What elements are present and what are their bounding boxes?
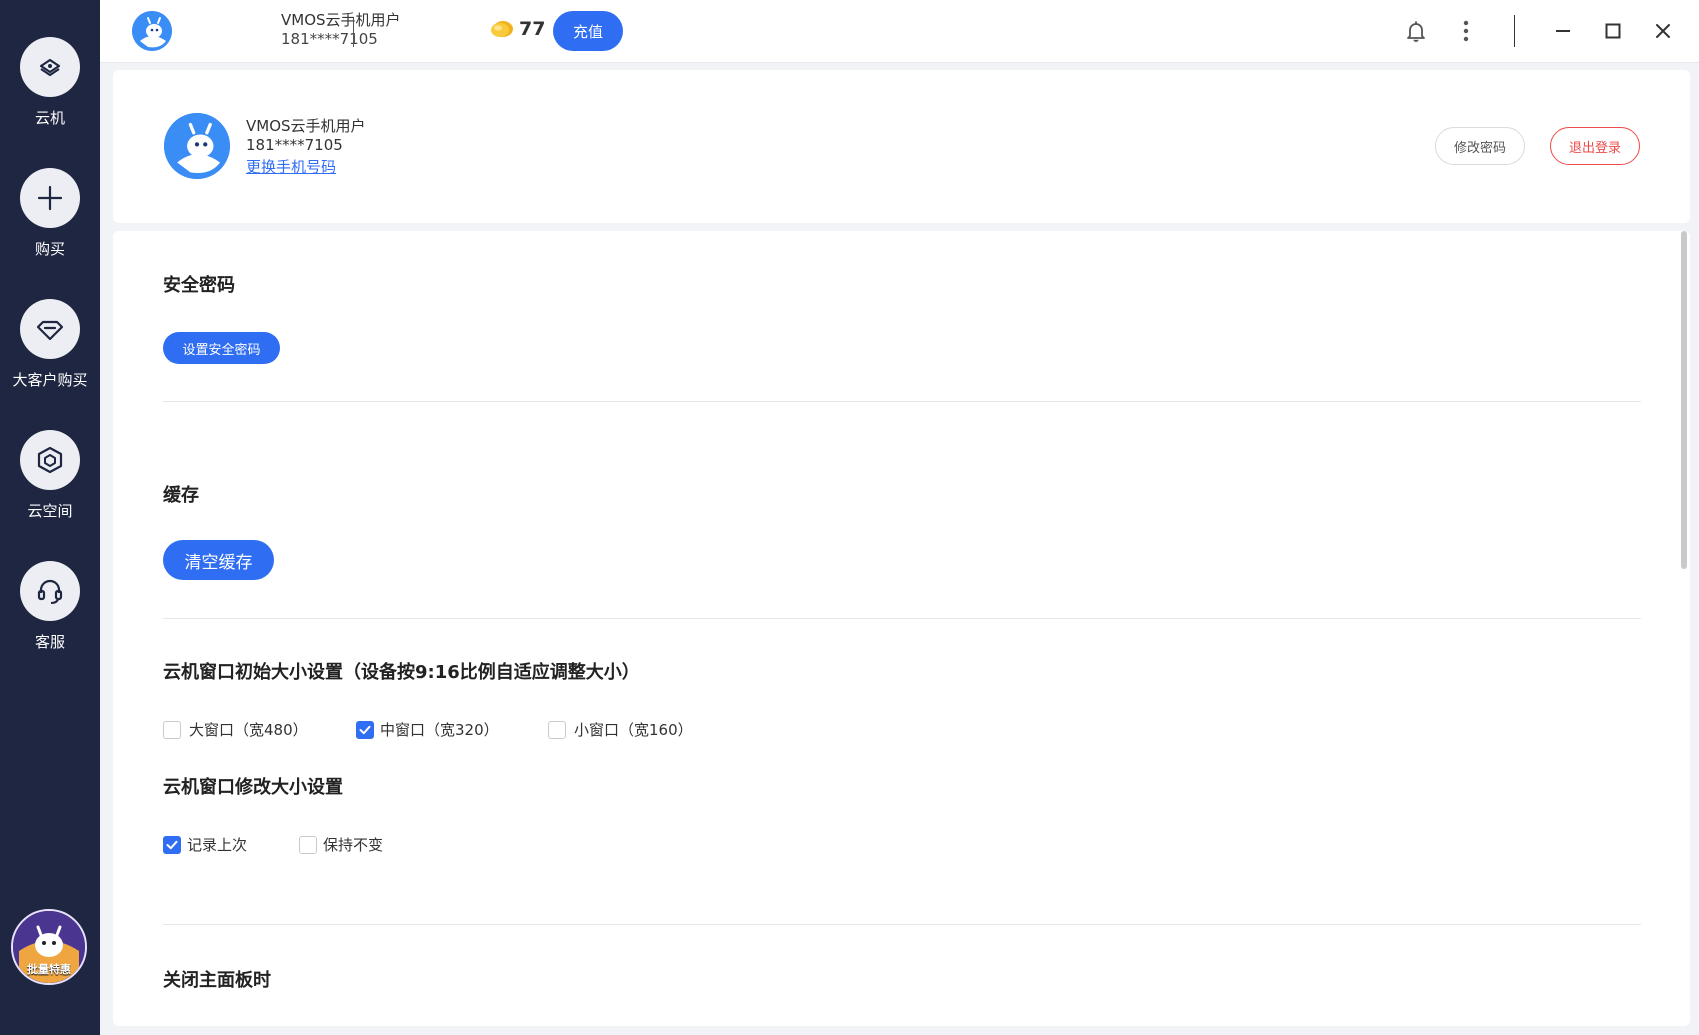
option-label: 大窗口（宽480） [189, 721, 308, 739]
profile-avatar[interactable] [164, 113, 230, 179]
bell-icon[interactable] [1401, 16, 1431, 46]
topbar-phone: 181****7105 [281, 30, 378, 48]
check-icon [166, 840, 178, 849]
keep-unchanged-checkbox[interactable] [299, 835, 317, 854]
avatar[interactable] [132, 11, 172, 51]
scrollbar[interactable] [1681, 231, 1687, 569]
coin-icon [491, 21, 513, 37]
sidebar-item-label: 云机 [34, 109, 65, 127]
check-icon [359, 725, 371, 734]
coin-count: 77 [519, 18, 546, 40]
cache-title: 缓存 [163, 485, 199, 506]
divider [163, 401, 1641, 402]
diamond-icon [20, 299, 80, 359]
batch-discount-badge[interactable]: 批量特惠 [11, 909, 87, 985]
initial-size-title: 云机窗口初始大小设置（设备按9:16比例自适应调整大小） [163, 662, 640, 683]
sidebar: 云机 购买 大客户购买 云空间 客服 批量特惠 [0, 0, 100, 1035]
close-icon[interactable] [1648, 16, 1678, 46]
topbar-username: VMOS云手机用户 [281, 11, 401, 29]
resize-title: 云机窗口修改大小设置 [163, 777, 343, 798]
large-window-option[interactable]: 大窗口（宽480） [163, 719, 308, 740]
sidebar-item-support[interactable]: 客服 [0, 561, 100, 652]
option-label: 小窗口（宽160） [574, 721, 693, 739]
top-bar: VMOS云手机用户 181****7105 77 充值 [100, 0, 1699, 63]
sidebar-item-label: 购买 [34, 240, 65, 258]
option-label: 中窗口（宽320） [380, 721, 499, 739]
divider [163, 618, 1641, 619]
remember-last-checkbox[interactable] [163, 835, 181, 854]
remember-last-option[interactable]: 记录上次 [163, 834, 247, 855]
change-password-button[interactable]: 修改密码 [1435, 127, 1525, 165]
security-password-title: 安全密码 [163, 275, 235, 296]
set-security-password-button[interactable]: 设置安全密码 [163, 332, 280, 364]
coin-balance: 77 [489, 18, 545, 40]
medium-window-option[interactable]: 中窗口（宽320） [356, 719, 499, 740]
divider [163, 924, 1641, 925]
medium-window-checkbox[interactable] [356, 720, 374, 739]
cube-icon [20, 430, 80, 490]
sidebar-item-buy[interactable]: 购买 [0, 168, 100, 259]
profile-phone: 181****7105 [246, 136, 343, 154]
sidebar-item-cloud-phone[interactable]: 云机 [0, 37, 100, 128]
profile-username: VMOS云手机用户 [246, 117, 366, 135]
option-label: 记录上次 [187, 836, 248, 854]
minimize-icon[interactable] [1548, 16, 1578, 46]
logout-button[interactable]: 退出登录 [1550, 127, 1640, 165]
sidebar-item-cloud-space[interactable]: 云空间 [0, 430, 100, 521]
maximize-icon[interactable] [1598, 16, 1628, 46]
sidebar-item-label: 大客户购买 [12, 371, 88, 389]
keep-unchanged-option[interactable]: 保持不变 [299, 834, 383, 855]
profile-card: VMOS云手机用户 181****7105 更换手机号码 修改密码 退出登录 [113, 70, 1690, 223]
sidebar-item-enterprise-buy[interactable]: 大客户购买 [0, 299, 100, 390]
cloud-phone-icon [20, 37, 80, 97]
close-panel-title: 关闭主面板时 [163, 970, 271, 991]
batch-discount-label: 批量特惠 [27, 963, 71, 976]
settings-panel: 安全密码 设置安全密码 缓存 清空缓存 云机窗口初始大小设置（设备按9:16比例… [113, 231, 1690, 1026]
option-label: 保持不变 [323, 836, 384, 854]
more-icon[interactable] [1451, 16, 1481, 46]
sidebar-item-label: 云空间 [27, 502, 73, 520]
plus-icon [20, 168, 80, 228]
headset-icon [20, 561, 80, 621]
change-phone-link[interactable]: 更换手机号码 [246, 156, 336, 177]
small-window-option[interactable]: 小窗口（宽160） [548, 719, 693, 740]
clear-cache-button[interactable]: 清空缓存 [163, 540, 274, 580]
recharge-button[interactable]: 充值 [553, 11, 623, 51]
small-window-checkbox[interactable] [548, 720, 566, 739]
sidebar-item-label: 客服 [34, 633, 65, 651]
large-window-checkbox[interactable] [163, 720, 181, 739]
divider [1514, 15, 1515, 47]
divider [353, 17, 354, 47]
